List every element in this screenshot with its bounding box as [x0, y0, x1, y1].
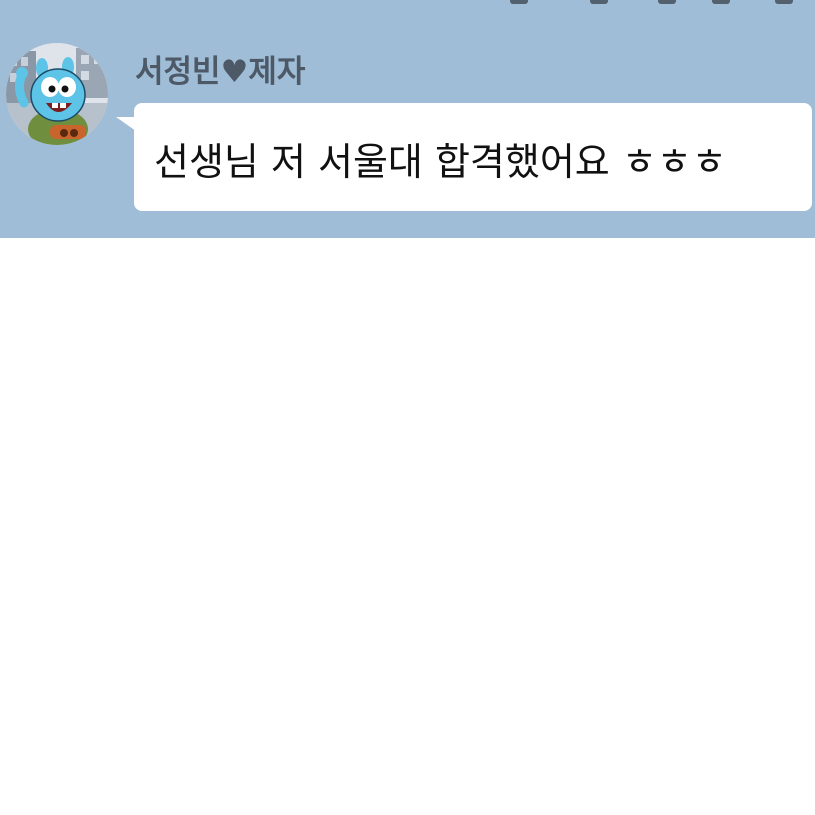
- sender-avatar[interactable]: [6, 43, 108, 145]
- chat-area[interactable]: 서정빈♥제자 선생님 저 서울대 합격했어요 ㅎㅎㅎ: [0, 0, 815, 238]
- gumball-cartoon-avatar-icon: [6, 43, 108, 145]
- incoming-message: 서정빈♥제자 선생님 저 서울대 합격했어요 ㅎㅎㅎ: [0, 0, 815, 238]
- sender-name: 서정빈♥제자: [135, 54, 306, 90]
- empty-area: [0, 238, 815, 815]
- message-bubble[interactable]: 선생님 저 서울대 합격했어요 ㅎㅎㅎ: [134, 103, 812, 211]
- message-text: 선생님 저 서울대 합격했어요 ㅎㅎㅎ: [154, 140, 727, 184]
- bubble-tail: [116, 117, 136, 131]
